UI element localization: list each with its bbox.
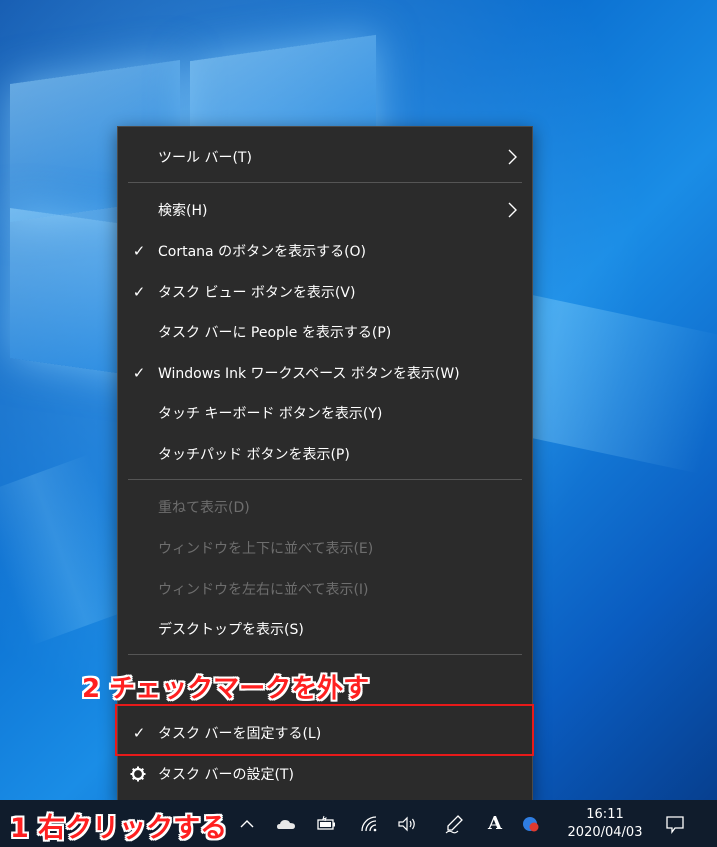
menu-item-label: ツール バー(T)	[158, 150, 252, 166]
menu-item-label: ウィンドウを左右に並べて表示(I)	[158, 582, 369, 598]
checkmark-icon: ✓	[132, 283, 146, 301]
volume-icon[interactable]	[396, 813, 418, 835]
menu-item-search[interactable]: 検索(H)	[118, 190, 532, 230]
annotation-step-2: 2 チェックマークを外す	[82, 674, 370, 704]
menu-separator	[128, 654, 522, 655]
annotation-step-1: 1 右クリックする	[10, 813, 228, 844]
notification-icon[interactable]	[664, 813, 686, 835]
menu-item-show-desktop[interactable]: デスクトップを表示(S)	[118, 609, 532, 649]
menu-item-label: タッチ キーボード ボタンを表示(Y)	[158, 406, 383, 422]
menu-item-label: 検索(H)	[158, 203, 208, 219]
pen-workspace-icon[interactable]	[443, 813, 465, 835]
checkmark-icon: ✓	[132, 242, 146, 260]
menu-item-cascade-windows: 重ねて表示(D)	[118, 487, 532, 527]
menu-item-label: タッチパッド ボタンを表示(P)	[158, 447, 350, 463]
menu-item-taskbar-settings[interactable]: タスク バーの設定(T)	[118, 754, 532, 794]
menu-item-show-touchpad[interactable]: タッチパッド ボタンを表示(P)	[118, 434, 532, 474]
menu-item-side-by-side-windows: ウィンドウを左右に並べて表示(I)	[118, 569, 532, 609]
menu-item-label: Cortana のボタンを表示する(O)	[158, 244, 367, 260]
menu-item-label: Windows Ink ワークスペース ボタンを表示(W)	[158, 366, 460, 382]
menu-item-label: タスク ビュー ボタンを表示(V)	[158, 285, 356, 301]
menu-item-toolbars[interactable]: ツール バー(T)	[118, 137, 532, 177]
battery-icon[interactable]	[315, 813, 337, 835]
menu-item-label: タスク バーに People を表示する(P)	[158, 325, 392, 341]
clock-date: 2020/04/03	[567, 825, 643, 840]
menu-item-show-windows-ink[interactable]: ✓ Windows Ink ワークスペース ボタンを表示(W)	[118, 353, 532, 393]
menu-item-stack-windows: ウィンドウを上下に並べて表示(E)	[118, 528, 532, 568]
app-tray-icon[interactable]	[520, 813, 542, 835]
taskbar[interactable]: 1 右クリックする A 16:11 2020/04/03	[0, 800, 717, 847]
ime-mode-icon[interactable]: A	[484, 813, 506, 835]
menu-item-label: ウィンドウを上下に並べて表示(E)	[158, 541, 374, 557]
menu-item-show-people[interactable]: タスク バーに People を表示する(P)	[118, 312, 532, 352]
clock-time: 16:11	[586, 807, 624, 822]
chevron-up-icon[interactable]	[236, 813, 258, 835]
menu-item-label: タスク バーの設定(T)	[158, 767, 294, 783]
gear-icon	[130, 766, 146, 782]
menu-separator	[128, 479, 522, 480]
chevron-right-icon	[508, 202, 517, 218]
onedrive-cloud-icon[interactable]	[275, 813, 297, 835]
wifi-icon[interactable]	[358, 813, 380, 835]
menu-item-label: 重ねて表示(D)	[158, 500, 250, 516]
chevron-right-icon	[508, 149, 517, 165]
menu-item-label: デスクトップを表示(S)	[158, 622, 304, 638]
highlight-box	[115, 704, 534, 756]
menu-item-show-cortana-button[interactable]: ✓ Cortana のボタンを表示する(O)	[118, 231, 532, 271]
menu-item-show-touch-keyboard[interactable]: タッチ キーボード ボタンを表示(Y)	[118, 393, 532, 433]
menu-item-show-task-view-button[interactable]: ✓ タスク ビュー ボタンを表示(V)	[118, 272, 532, 312]
checkmark-icon: ✓	[132, 364, 146, 382]
taskbar-clock[interactable]: 16:11 2020/04/03	[560, 806, 650, 842]
menu-separator	[128, 182, 522, 183]
